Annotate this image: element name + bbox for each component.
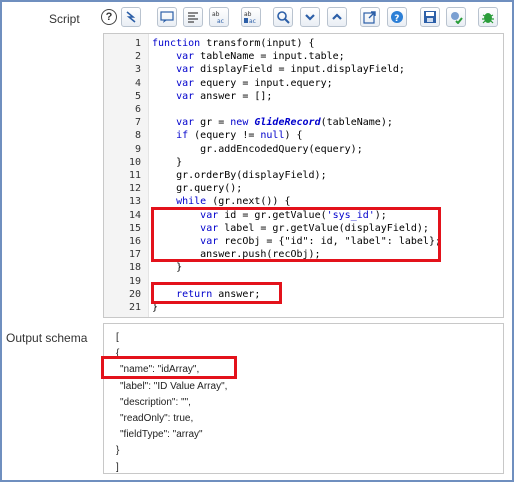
field-help-icon[interactable]: ?	[101, 9, 117, 25]
line-number: 15	[128, 222, 141, 234]
floppy-disk-icon	[424, 11, 436, 23]
code-line: function transform(input) {	[152, 38, 315, 49]
insert-comment-button[interactable]	[157, 7, 177, 27]
replace-all-icon: abac	[244, 11, 256, 24]
comment-icon	[160, 11, 174, 23]
code-line: var displayField = input.displayField;	[176, 64, 405, 76]
code-line: if (equery != null) {	[176, 130, 303, 142]
line-number: 12	[128, 183, 141, 195]
schema-line: [	[116, 332, 119, 343]
question-icon: ?	[391, 11, 403, 24]
svg-text:ab: ab	[212, 11, 220, 18]
bug-icon	[482, 13, 494, 24]
line-number: 11	[128, 170, 141, 181]
output-schema-label: Output schema	[6, 331, 88, 345]
code-line: var equery = input.equery;	[176, 77, 333, 89]
line-number: 9	[134, 143, 141, 155]
format-code-button[interactable]	[183, 7, 203, 27]
script-editor[interactable]: 1 2 3 4 5 6 7 8 9 10 11 12 13 14 15 16 17 18 19 20 21 functi…	[103, 33, 504, 318]
svg-text:?: ?	[394, 14, 399, 24]
output-schema-field[interactable]: [{"name": "idArray", "label": "ID Value A…	[103, 323, 504, 474]
save-button[interactable]	[420, 7, 440, 27]
highlight-box-record-building	[151, 207, 441, 262]
code-line: var tableName = input.table;	[176, 51, 345, 63]
schema-line: ]	[116, 461, 119, 473]
line-number: 13	[128, 196, 141, 208]
schema-line: "fieldType": "array"	[120, 429, 203, 441]
svg-text:ab: ab	[244, 11, 252, 18]
line-number: 4	[134, 77, 141, 89]
schema-line: "label": "ID Value Array",	[120, 380, 228, 392]
help-button[interactable]: ?	[387, 7, 407, 27]
chevron-down-icon	[305, 14, 315, 21]
line-number: 18	[128, 262, 141, 274]
svg-text:ac: ac	[249, 18, 256, 24]
chevron-up-icon	[332, 13, 342, 20]
highlight-box-name	[101, 356, 237, 379]
schema-line: }	[116, 445, 120, 457]
line-number: 21	[128, 302, 141, 313]
format-icon	[188, 12, 198, 23]
line-number: 8	[134, 130, 141, 142]
search-icon	[277, 11, 290, 24]
line-number: 17	[128, 249, 141, 261]
code-line: }	[152, 156, 183, 168]
external-link-icon	[363, 11, 376, 24]
script-label: Script	[49, 12, 80, 26]
code-line: var gr = new GlideRecord(tableName);	[176, 117, 393, 129]
code-line: gr.addEncodedQuery(equery);	[152, 143, 363, 155]
replace-button[interactable]: ab ac	[209, 7, 229, 27]
line-number: 6	[134, 104, 141, 115]
schema-line: "readOnly": true,	[120, 413, 194, 424]
full-screen-button[interactable]	[360, 7, 380, 27]
replace-icon: abac	[212, 11, 224, 24]
line-number: 10	[128, 156, 141, 168]
line-number: 7	[134, 117, 141, 129]
line-number: 3	[134, 64, 141, 76]
search-button[interactable]	[273, 7, 293, 27]
line-number: 19	[128, 275, 141, 287]
syntax-toggle-icon	[126, 11, 136, 23]
svg-text:ac: ac	[217, 18, 224, 24]
line-number: 1	[134, 38, 141, 49]
schema-line: "description": "",	[120, 396, 191, 408]
line-number: 16	[128, 236, 141, 247]
code-line: while (gr.next()) {	[176, 196, 291, 208]
line-number: 20	[128, 288, 141, 300]
code-line: gr.orderBy(displayField);	[152, 170, 327, 181]
expand-button[interactable]	[327, 7, 347, 27]
collapse-button[interactable]	[300, 7, 320, 27]
line-number: 14	[128, 209, 141, 221]
replace-all-button[interactable]: ab ac	[241, 7, 261, 27]
debug-button[interactable]	[478, 7, 498, 27]
line-number: 2	[134, 51, 141, 63]
line-number: 5	[134, 90, 141, 102]
code-line: var answer = [];	[176, 90, 273, 102]
code-line: }	[152, 262, 183, 274]
script-debugger-button[interactable]	[446, 7, 466, 27]
highlight-box-return	[151, 282, 282, 304]
debug-check-icon	[451, 12, 463, 24]
code-line: gr.query();	[152, 183, 243, 195]
toggle-syntax-button[interactable]	[121, 7, 141, 27]
